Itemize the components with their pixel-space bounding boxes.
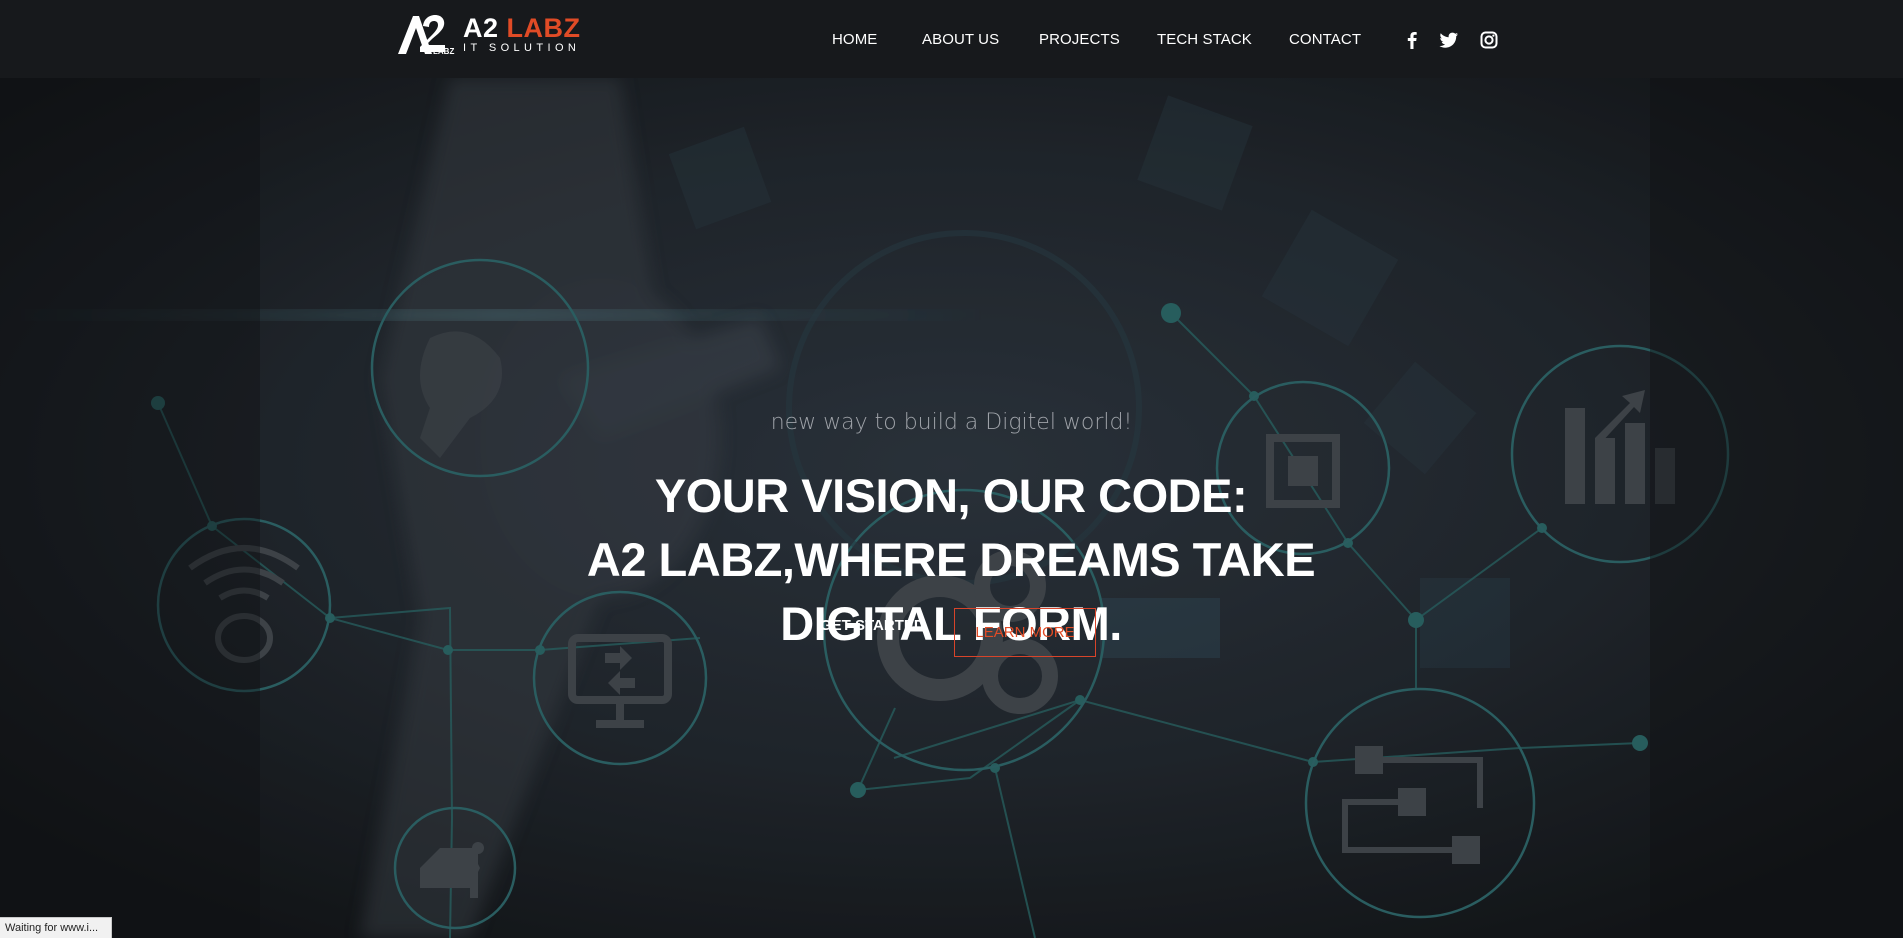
facebook-icon[interactable] [1401, 29, 1423, 51]
learn-more-button[interactable]: LEARN MORE [954, 608, 1096, 657]
site-logo[interactable]: LABZ A2 LABZ IT SOLUTION [396, 12, 586, 56]
a2-logo-mark-icon: LABZ [398, 15, 454, 56]
hero-title-line-1: YOUR VISION, OUR CODE: [654, 469, 1248, 522]
hero-title-line-3: DIGITAL FORM. [780, 597, 1122, 650]
logo-word-a2: A2 [463, 13, 499, 43]
instagram-icon[interactable] [1478, 29, 1500, 51]
svg-text:LABZ: LABZ [433, 47, 454, 56]
hero-title: YOUR VISION, OUR CODE: A2 LABZ,WHERE DRE… [551, 464, 1351, 656]
nav-contact[interactable]: CONTACT [1289, 31, 1361, 48]
nav-projects[interactable]: PROJECTS [1039, 31, 1120, 48]
hero-section: new way to build a Digitel world! YOUR V… [0, 78, 1903, 938]
browser-status-bar: Waiting for www.i... [0, 917, 112, 938]
nav-about-us[interactable]: ABOUT US [922, 31, 999, 48]
logo-tagline: IT SOLUTION [463, 42, 581, 54]
hero-subtitle: new way to build a Digitel world! [770, 410, 1133, 435]
logo-wordmark: A2 LABZ [463, 14, 581, 42]
hero-title-line-2: A2 LABZ,WHERE DREAMS TAKE [586, 533, 1316, 586]
site-header: LABZ A2 LABZ IT SOLUTION HOME ABOUT US P… [0, 0, 1903, 78]
get-started-button[interactable]: GET STARTED [820, 617, 925, 634]
logo-word-labz: LABZ [506, 13, 581, 43]
twitter-icon[interactable] [1438, 29, 1460, 51]
page: LABZ A2 LABZ IT SOLUTION HOME ABOUT US P… [0, 0, 1903, 938]
nav-tech-stack[interactable]: TECH STACK [1157, 31, 1252, 48]
nav-home[interactable]: HOME [832, 31, 877, 48]
